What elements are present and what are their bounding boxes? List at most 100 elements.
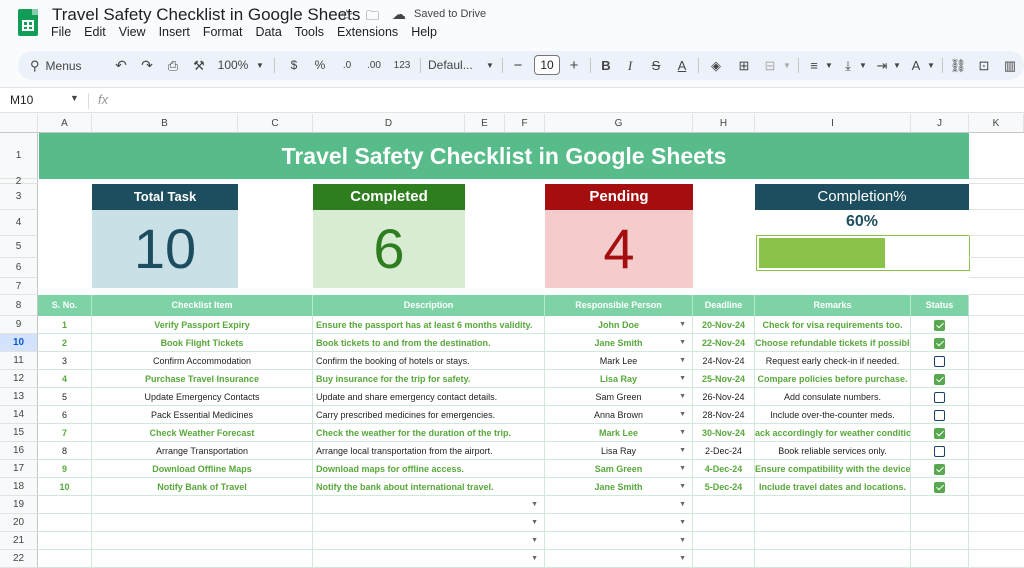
column-header-h[interactable]: H (693, 114, 755, 133)
column-header-e[interactable]: E (465, 114, 505, 133)
font-select[interactable]: Defaul... (428, 51, 484, 80)
row-remarks[interactable]: Include over-the-counter meds. (755, 406, 911, 424)
align-chevron-down-icon[interactable]: ▼ (824, 51, 834, 80)
row-header-20[interactable]: 20 (0, 514, 38, 532)
empty-cell[interactable] (38, 550, 92, 568)
align-icon[interactable]: ≡ (804, 51, 824, 80)
row-remarks[interactable]: Compare policies before purchase. (755, 370, 911, 388)
row-deadline[interactable]: 5-Dec-24 (693, 478, 755, 496)
dropdown-chevron-icon[interactable]: ▼ (531, 496, 538, 513)
row-header-22[interactable]: 22 (0, 550, 38, 568)
row-description[interactable]: Arrange local transportation from the ai… (313, 442, 545, 460)
person-dropdown-chevron-icon[interactable]: ▼ (679, 460, 686, 477)
row-description[interactable]: Buy insurance for the trip for safety. (313, 370, 545, 388)
menu-tools[interactable]: Tools (295, 25, 324, 41)
wrap-chevron-down-icon[interactable]: ▼ (892, 51, 902, 80)
row-header-19[interactable]: 19 (0, 496, 38, 514)
dropdown-chevron-icon[interactable]: ▼ (679, 496, 686, 513)
row-sno[interactable]: 7 (38, 424, 92, 442)
row-checklist-item[interactable]: Download Offline Maps (92, 460, 313, 478)
checkbox-unchecked-icon[interactable] (934, 356, 945, 368)
paint-format-icon[interactable]: ⚒ (188, 51, 210, 80)
row-description[interactable]: Notify the bank about international trav… (313, 478, 545, 496)
wrap-icon[interactable]: ⇥ (872, 51, 892, 80)
empty-cell[interactable]: ▼ (313, 532, 545, 550)
row-responsible-person[interactable]: Mark Lee ▼ (545, 424, 693, 442)
row-remarks[interactable]: Request early check-in if needed. (755, 352, 911, 370)
empty-cell[interactable] (38, 496, 92, 514)
row-status[interactable] (911, 370, 969, 388)
rotate-chevron-down-icon[interactable]: ▼ (926, 51, 936, 80)
checkbox-checked-icon[interactable] (934, 320, 945, 332)
row-checklist-item[interactable]: Purchase Travel Insurance (92, 370, 313, 388)
person-dropdown-chevron-icon[interactable]: ▼ (679, 478, 686, 495)
empty-cell[interactable] (38, 532, 92, 550)
row-checklist-item[interactable]: Pack Essential Medicines (92, 406, 313, 424)
row-checklist-item[interactable]: Confirm Accommodation (92, 352, 313, 370)
row-checklist-item[interactable]: Check Weather Forecast (92, 424, 313, 442)
row-deadline[interactable]: 22-Nov-24 (693, 334, 755, 352)
row-header-11[interactable]: 11 (0, 352, 38, 370)
row-description[interactable]: Update and share emergency contact detai… (313, 388, 545, 406)
row-header-10[interactable]: 10 (0, 334, 38, 352)
row-status[interactable] (911, 388, 969, 406)
row-status[interactable] (911, 352, 969, 370)
dropdown-chevron-icon[interactable]: ▼ (531, 550, 538, 567)
column-header-k[interactable]: K (969, 114, 1024, 133)
comment-icon[interactable]: ⊡ (974, 51, 994, 80)
person-dropdown-chevron-icon[interactable]: ▼ (679, 388, 686, 405)
row-responsible-person[interactable]: Jane Smith ▼ (545, 334, 693, 352)
row-remarks[interactable]: Check for visa requirements too. (755, 316, 911, 334)
row-deadline[interactable]: 25-Nov-24 (693, 370, 755, 388)
empty-cell[interactable]: ▼ (545, 514, 693, 532)
empty-cell[interactable] (693, 550, 755, 568)
empty-cell[interactable] (92, 496, 313, 514)
percent-format-button[interactable]: % (310, 51, 330, 80)
row-header-14[interactable]: 14 (0, 406, 38, 424)
row-header-5[interactable]: 5 (0, 236, 38, 258)
row-sno[interactable]: 5 (38, 388, 92, 406)
row-sno[interactable]: 9 (38, 460, 92, 478)
menu-format[interactable]: Format (203, 25, 243, 41)
empty-cell[interactable]: ▼ (545, 550, 693, 568)
row-sno[interactable]: 8 (38, 442, 92, 460)
number-format-button[interactable]: 123 (390, 51, 414, 80)
row-description[interactable]: Confirm the booking of hotels or stays. (313, 352, 545, 370)
row-header-6[interactable]: 6 (0, 258, 38, 278)
empty-cell[interactable]: ▼ (545, 532, 693, 550)
menu-insert[interactable]: Insert (159, 25, 190, 41)
empty-cell[interactable] (755, 496, 911, 514)
empty-cell[interactable] (92, 532, 313, 550)
row-header-17[interactable]: 17 (0, 460, 38, 478)
row-responsible-person[interactable]: John Doe ▼ (545, 316, 693, 334)
decrease-decimal-button[interactable]: .0 (336, 51, 358, 80)
row-description[interactable]: Carry prescribed medicines for emergenci… (313, 406, 545, 424)
row-status[interactable] (911, 460, 969, 478)
font-size-input[interactable]: 10 (534, 55, 560, 75)
empty-cell[interactable] (693, 496, 755, 514)
menu-extensions[interactable]: Extensions (337, 25, 398, 41)
column-header-c[interactable]: C (238, 114, 313, 133)
valign-chevron-down-icon[interactable]: ▼ (858, 51, 868, 80)
empty-cell[interactable] (755, 550, 911, 568)
row-responsible-person[interactable]: Lisa Ray ▼ (545, 442, 693, 460)
row-remarks[interactable]: ack accordingly for weather condition (755, 424, 911, 442)
row-checklist-item[interactable]: Notify Bank of Travel (92, 478, 313, 496)
column-header-i[interactable]: I (755, 114, 911, 133)
menu-edit[interactable]: Edit (84, 25, 106, 41)
row-responsible-person[interactable]: Jane Smith ▼ (545, 478, 693, 496)
checkbox-checked-icon[interactable] (934, 338, 945, 350)
empty-cell[interactable] (92, 514, 313, 532)
select-all-corner[interactable] (0, 114, 38, 133)
dropdown-chevron-icon[interactable]: ▼ (679, 514, 686, 531)
text-color-button[interactable]: A (672, 51, 692, 80)
menus-search-button[interactable]: ⚲ Menus (26, 51, 106, 80)
column-header-b[interactable]: B (92, 114, 238, 133)
font-chevron-down-icon[interactable]: ▼ (484, 51, 496, 80)
strikethrough-icon[interactable]: S (646, 51, 666, 80)
row-responsible-person[interactable]: Lisa Ray ▼ (545, 370, 693, 388)
row-status[interactable] (911, 478, 969, 496)
row-sno[interactable]: 3 (38, 352, 92, 370)
empty-cell[interactable] (911, 532, 969, 550)
empty-cell[interactable] (38, 514, 92, 532)
